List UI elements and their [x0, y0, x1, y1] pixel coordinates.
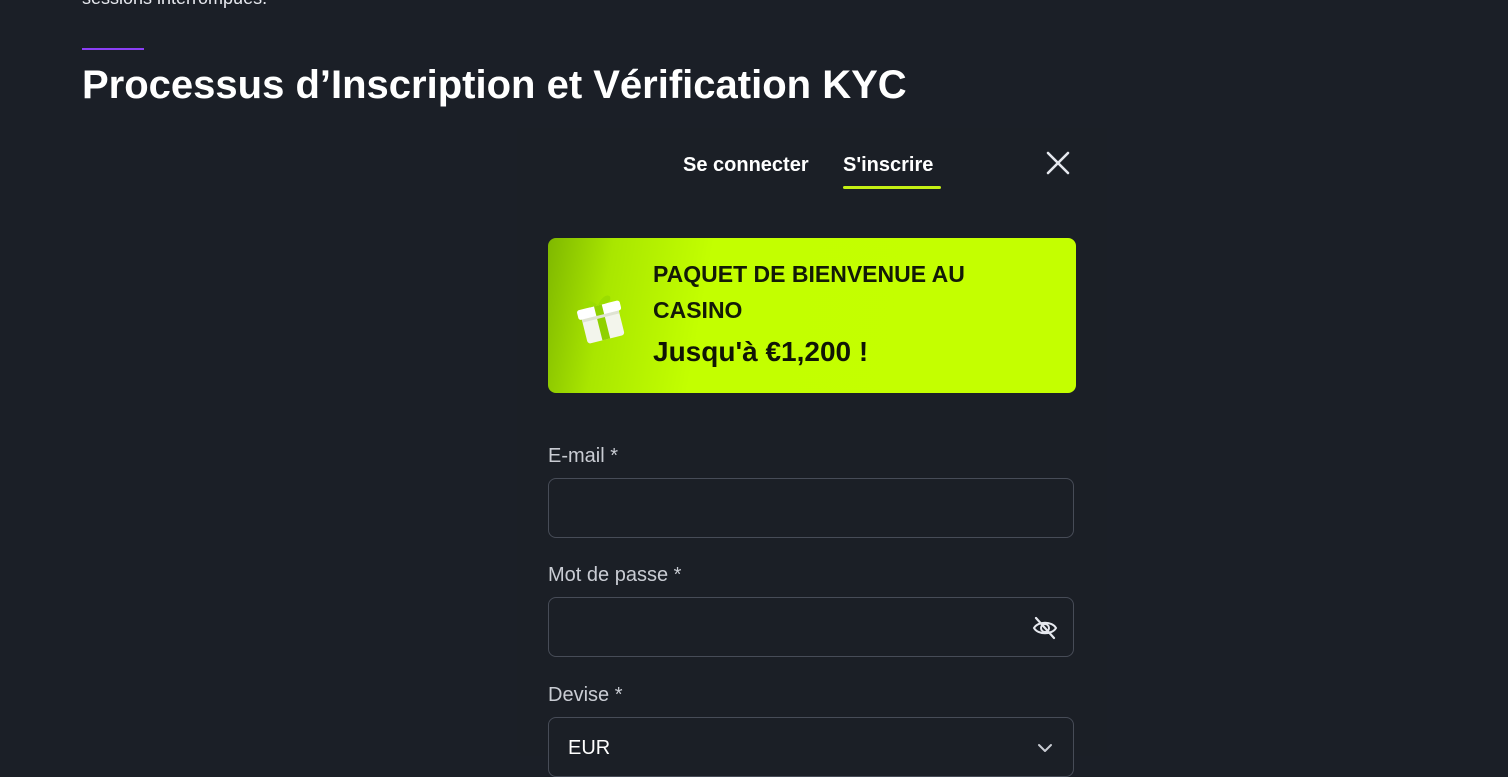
gift-icon: [577, 295, 625, 344]
email-input[interactable]: [567, 479, 1031, 539]
password-input[interactable]: [567, 598, 1031, 658]
chevron-down-icon: [1038, 744, 1052, 752]
promo-amount: Jusqu'à €1,200 !: [653, 336, 869, 367]
password-visibility-toggle[interactable]: [1031, 614, 1059, 642]
password-label: Mot de passe *: [548, 564, 682, 586]
currency-select[interactable]: EUR: [548, 717, 1074, 777]
currency-value: EUR: [568, 737, 611, 759]
tab-register[interactable]: S'inscrire: [843, 150, 933, 180]
title-accent-line: [82, 48, 144, 50]
email-label: E-mail *: [548, 445, 619, 467]
active-tab-indicator: [843, 186, 941, 189]
previous-section-text: sessions interrompues.: [82, 0, 267, 8]
tab-login[interactable]: Se connecter: [683, 150, 809, 180]
close-icon: [1046, 151, 1070, 175]
promo-title: PAQUET DE BIENVENUE AU CASINO: [653, 261, 965, 323]
page-title: Processus d’Inscription et Vérification …: [82, 63, 907, 107]
close-button[interactable]: [1043, 148, 1073, 178]
eye-off-icon: [1032, 616, 1058, 640]
password-field[interactable]: [548, 597, 1074, 658]
welcome-bonus-banner: PAQUET DE BIENVENUE AU CASINO Jusqu'à €1…: [548, 238, 1076, 393]
auth-tabs: Se connecter S'inscrire: [517, 150, 1107, 194]
currency-label: Devise *: [548, 684, 623, 706]
registration-modal: Se connecter S'inscrire PAQUET DE BIENVE…: [517, 128, 1107, 777]
email-field[interactable]: [548, 478, 1074, 539]
